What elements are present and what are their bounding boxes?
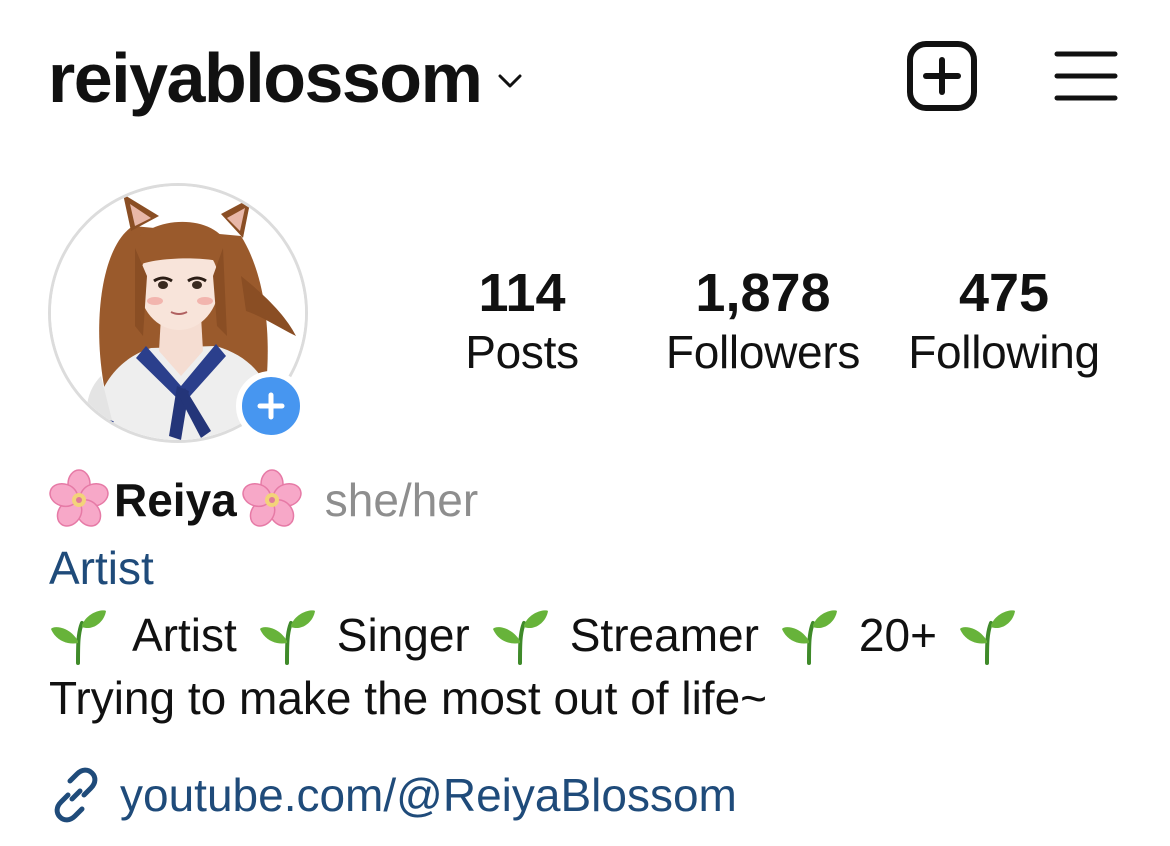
bio-tag: Singer <box>336 609 470 661</box>
followers-count[interactable]: 1,878 Followers <box>648 262 878 380</box>
username: reiyablossom <box>48 39 483 117</box>
seedling-emoji <box>492 610 548 665</box>
cherry-blossom-emoji <box>242 469 302 527</box>
add-story-button[interactable] <box>236 371 306 441</box>
seedling-emoji <box>781 610 837 665</box>
profile-header: reiyablossom <box>0 0 1170 150</box>
pronouns: she/her <box>324 474 479 526</box>
posts-count-value: 114 <box>478 263 566 323</box>
following-count[interactable]: 475 Following <box>888 262 1120 380</box>
display-name: Reiya <box>114 474 237 526</box>
bio-tag: Streamer <box>569 609 759 661</box>
plus-icon <box>257 392 285 420</box>
link-icon <box>54 767 98 823</box>
seedling-emoji <box>51 610 106 665</box>
bio-tags: Artist Singer Streamer 20+ <box>48 605 1017 665</box>
seedling-emoji <box>959 610 1015 665</box>
hamburger-menu-icon[interactable] <box>1053 48 1119 104</box>
posts-count-label: Posts <box>465 326 579 378</box>
profile-page: reiyablossom 114 Posts 1,878 Followers 4… <box>0 0 1170 846</box>
profile-link[interactable]: youtube.com/@ReiyaBlossom <box>48 765 737 825</box>
followers-count-label: Followers <box>665 326 861 378</box>
chevron-down-icon <box>498 74 522 88</box>
seedling-emoji <box>259 610 315 665</box>
bio-text: Trying to make the most out of life~ <box>49 672 768 724</box>
profile-link-text: youtube.com/@ReiyaBlossom <box>120 769 737 821</box>
posts-count[interactable]: 114 Posts <box>442 262 602 380</box>
profile-avatar-container <box>48 183 308 443</box>
account-switcher[interactable]: reiyablossom <box>48 38 523 118</box>
followers-count-value: 1,878 <box>695 263 831 323</box>
following-count-value: 475 <box>958 263 1050 323</box>
bio-tag: Artist <box>132 609 237 661</box>
bio-tag: 20+ <box>858 609 937 661</box>
profile-category[interactable]: Artist <box>49 540 154 596</box>
profile-name-row: Reiya she/her <box>48 469 479 530</box>
new-post-icon[interactable] <box>906 40 978 112</box>
following-count-label: Following <box>908 326 1100 378</box>
cherry-blossom-emoji <box>49 469 109 527</box>
